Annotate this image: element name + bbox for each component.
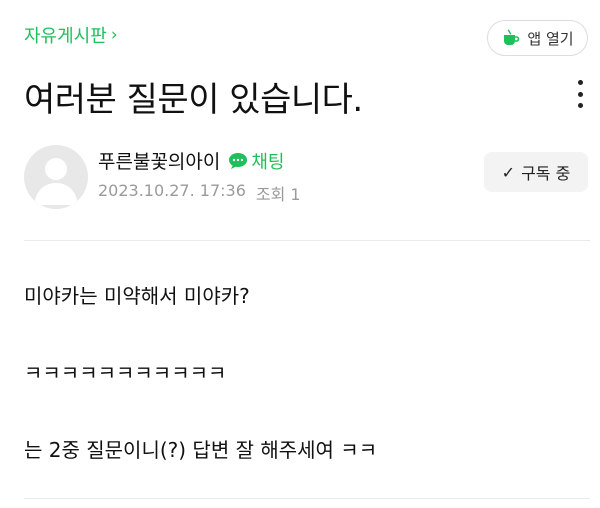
chat-bubble-icon xyxy=(229,152,248,169)
content-divider xyxy=(24,498,590,499)
content-line: ㅋㅋㅋㅋㅋㅋㅋㅋㅋㅋㅋ xyxy=(24,361,227,385)
chat-label: 채팅 xyxy=(251,151,285,173)
check-icon: ✓ xyxy=(501,162,516,182)
subscribe-label: 구독 중 xyxy=(521,164,571,183)
post-meta: 2023.10.27. 17:36 조회 1 xyxy=(98,181,301,205)
view-count: 조회 1 xyxy=(255,185,301,204)
chat-link[interactable]: 채팅 xyxy=(228,148,285,174)
subscribe-button[interactable]: ✓ 구독 중 xyxy=(484,152,588,192)
avatar[interactable] xyxy=(24,145,88,209)
open-app-button[interactable]: 앱 열기 xyxy=(487,20,588,56)
board-name: 자유게시판 xyxy=(24,26,107,47)
more-options-icon[interactable] xyxy=(570,80,590,108)
content-line: 미야카는 미약해서 미야카? xyxy=(24,284,250,308)
cafe-cup-icon xyxy=(504,29,520,45)
author-name[interactable]: 푸른불꽃의아이 xyxy=(98,147,220,174)
post-title: 여러분 질문이 있습니다. xyxy=(24,80,363,120)
author-row: 푸른불꽃의아이 채팅 xyxy=(98,147,285,174)
post-date: 2023.10.27. 17:36 xyxy=(98,181,246,200)
chevron-right-icon: › xyxy=(110,25,118,45)
content-line: 는 2중 질문이니(?) 답변 잘 해주세여 ㅋㅋ xyxy=(24,438,378,462)
header-divider xyxy=(24,240,590,241)
open-app-label: 앱 열기 xyxy=(527,29,574,48)
default-avatar-icon xyxy=(34,158,78,205)
board-breadcrumb-link[interactable]: 자유게시판 › xyxy=(24,22,118,48)
